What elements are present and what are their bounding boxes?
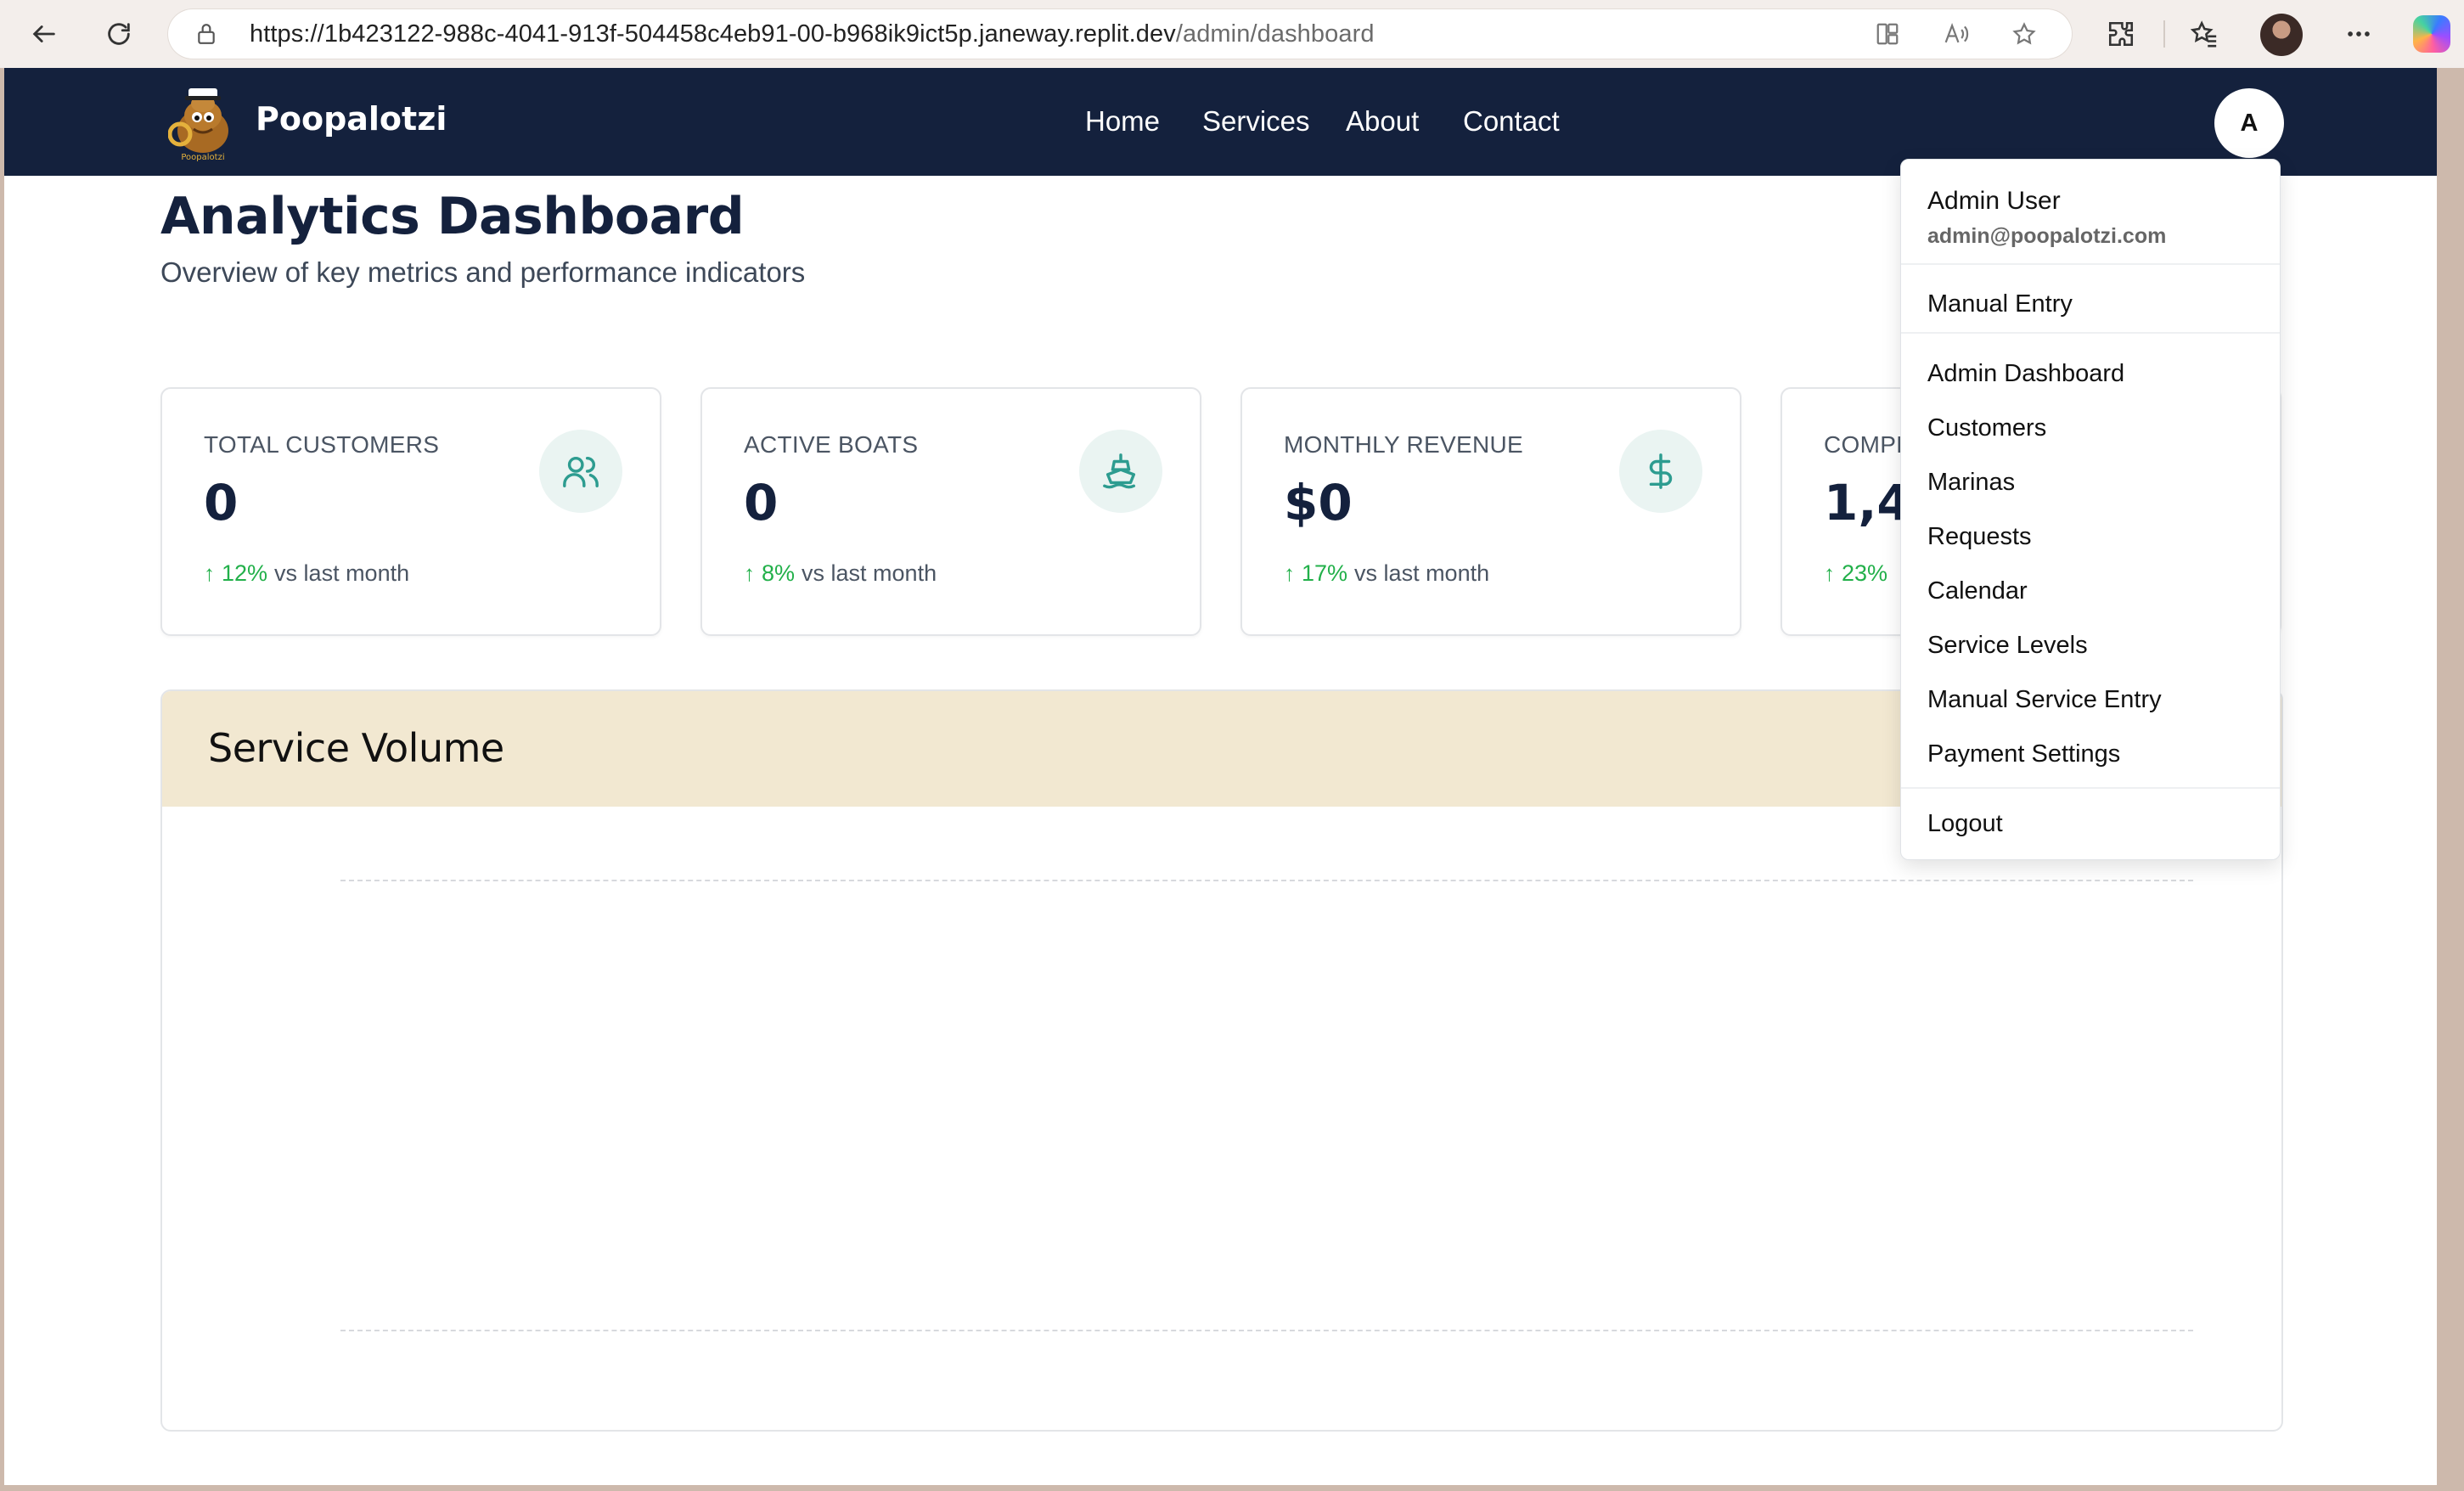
trend-percent: 8%	[762, 560, 796, 586]
chart-gridline-bottom	[340, 1330, 2193, 1331]
stat-value: $0	[1284, 474, 1353, 532]
stat-trend: ↑ 17% vs last month	[1284, 560, 1489, 587]
favorite-star-icon[interactable]	[2011, 21, 2038, 53]
stat-trend: ↑ 23%	[1824, 560, 1887, 587]
url-path: /admin/dashboard	[1175, 20, 1375, 48]
trend-up-icon: ↑	[204, 560, 215, 586]
brand-name[interactable]: Poopalotzi	[256, 100, 447, 138]
dropdown-user-name: Admin User	[1927, 187, 2061, 215]
dropdown-divider	[1901, 332, 2280, 334]
nav-contact[interactable]: Contact	[1463, 105, 1560, 138]
page-viewport: Poopalotzi Poopalotzi Home Services Abou…	[4, 68, 2437, 1485]
logo-text: Poopalotzi	[181, 153, 224, 162]
stat-label: ACTIVE BOATS	[744, 431, 919, 458]
menu-item-logout[interactable]: Logout	[1927, 810, 2003, 838]
stat-value: 0	[204, 474, 239, 532]
chart-gridline-top	[340, 880, 2193, 881]
copilot-icon[interactable]	[2413, 15, 2450, 53]
lock-icon	[195, 21, 217, 53]
boat-icon	[1079, 430, 1162, 513]
browser-toolbar: https://1b423122-988c-4041-913f-504458c4…	[0, 0, 2464, 68]
users-icon	[539, 430, 622, 513]
page-title: Analytics Dashboard	[160, 187, 745, 246]
toolbar-divider	[2163, 20, 2165, 48]
nav-services[interactable]: Services	[1202, 105, 1310, 138]
reload-icon	[108, 23, 130, 45]
read-aloud-icon[interactable]	[1943, 21, 1970, 53]
dropdown-divider	[1901, 787, 2280, 789]
menu-item-calendar[interactable]: Calendar	[1927, 577, 2028, 605]
stat-card-monthly-revenue: MONTHLY REVENUE $0 ↑ 17% vs last month	[1240, 387, 1741, 636]
extensions-icon[interactable]	[2102, 15, 2140, 53]
favorites-icon[interactable]	[2186, 15, 2223, 53]
address-bar[interactable]: https://1b423122-988c-4041-913f-504458c4…	[168, 9, 2072, 59]
page-subtitle: Overview of key metrics and performance …	[160, 256, 806, 288]
profile-avatar[interactable]	[2260, 14, 2303, 56]
stat-value: 0	[744, 474, 779, 532]
menu-item-service-levels[interactable]: Service Levels	[1927, 632, 2088, 660]
stat-label: TOTAL CUSTOMERS	[204, 431, 440, 458]
stat-trend: ↑ 12% vs last month	[204, 560, 409, 587]
menu-item-manual-entry[interactable]: Manual Entry	[1927, 290, 2073, 318]
dropdown-divider	[1901, 263, 2280, 265]
dropdown-user-email: admin@poopalotzi.com	[1927, 224, 2167, 248]
trend-percent: 12%	[222, 560, 268, 586]
trend-suffix: vs last month	[274, 560, 410, 586]
menu-item-payment-settings[interactable]: Payment Settings	[1927, 740, 2120, 768]
user-avatar-button[interactable]: A	[2214, 88, 2284, 158]
user-dropdown-menu: Admin User admin@poopalotzi.com Manual E…	[1900, 159, 2281, 860]
trend-suffix: vs last month	[802, 560, 937, 586]
trend-up-icon: ↑	[1824, 560, 1835, 586]
stat-trend: ↑ 8% vs last month	[744, 560, 937, 587]
url-text: https://1b423122-988c-4041-913f-504458c4…	[250, 20, 1375, 48]
menu-item-customers[interactable]: Customers	[1927, 414, 2046, 442]
url-host: https://1b423122-988c-4041-913f-504458c4…	[250, 20, 1176, 48]
app-available-icon[interactable]	[1875, 21, 1900, 53]
menu-item-admin-dashboard[interactable]: Admin Dashboard	[1927, 360, 2124, 388]
more-options-icon[interactable]	[2340, 15, 2377, 53]
trend-suffix: vs last month	[1354, 560, 1490, 586]
dollar-icon	[1619, 430, 1702, 513]
menu-item-manual-service-entry[interactable]: Manual Service Entry	[1927, 686, 2162, 714]
reload-button[interactable]	[100, 15, 138, 53]
nav-home[interactable]: Home	[1085, 105, 1160, 138]
stat-label: COMPL	[1824, 431, 1910, 458]
back-arrow-icon	[32, 25, 55, 42]
trend-percent: 23%	[1842, 560, 1888, 586]
menu-item-marinas[interactable]: Marinas	[1927, 469, 2015, 497]
trend-percent: 17%	[1302, 560, 1348, 586]
stat-card-active-boats: ACTIVE BOATS 0 ↑ 8% vs last month	[700, 387, 1201, 636]
trend-up-icon: ↑	[1284, 560, 1295, 586]
poopalotzi-logo[interactable]: Poopalotzi	[167, 82, 238, 163]
menu-item-requests[interactable]: Requests	[1927, 523, 2032, 551]
nav-about[interactable]: About	[1346, 105, 1419, 138]
stat-label: MONTHLY REVENUE	[1284, 431, 1523, 458]
trend-up-icon: ↑	[744, 560, 755, 586]
panel-title: Service Volume	[208, 725, 504, 771]
stat-card-total-customers: TOTAL CUSTOMERS 0 ↑ 12% vs last month	[160, 387, 661, 636]
back-button[interactable]	[25, 15, 63, 53]
